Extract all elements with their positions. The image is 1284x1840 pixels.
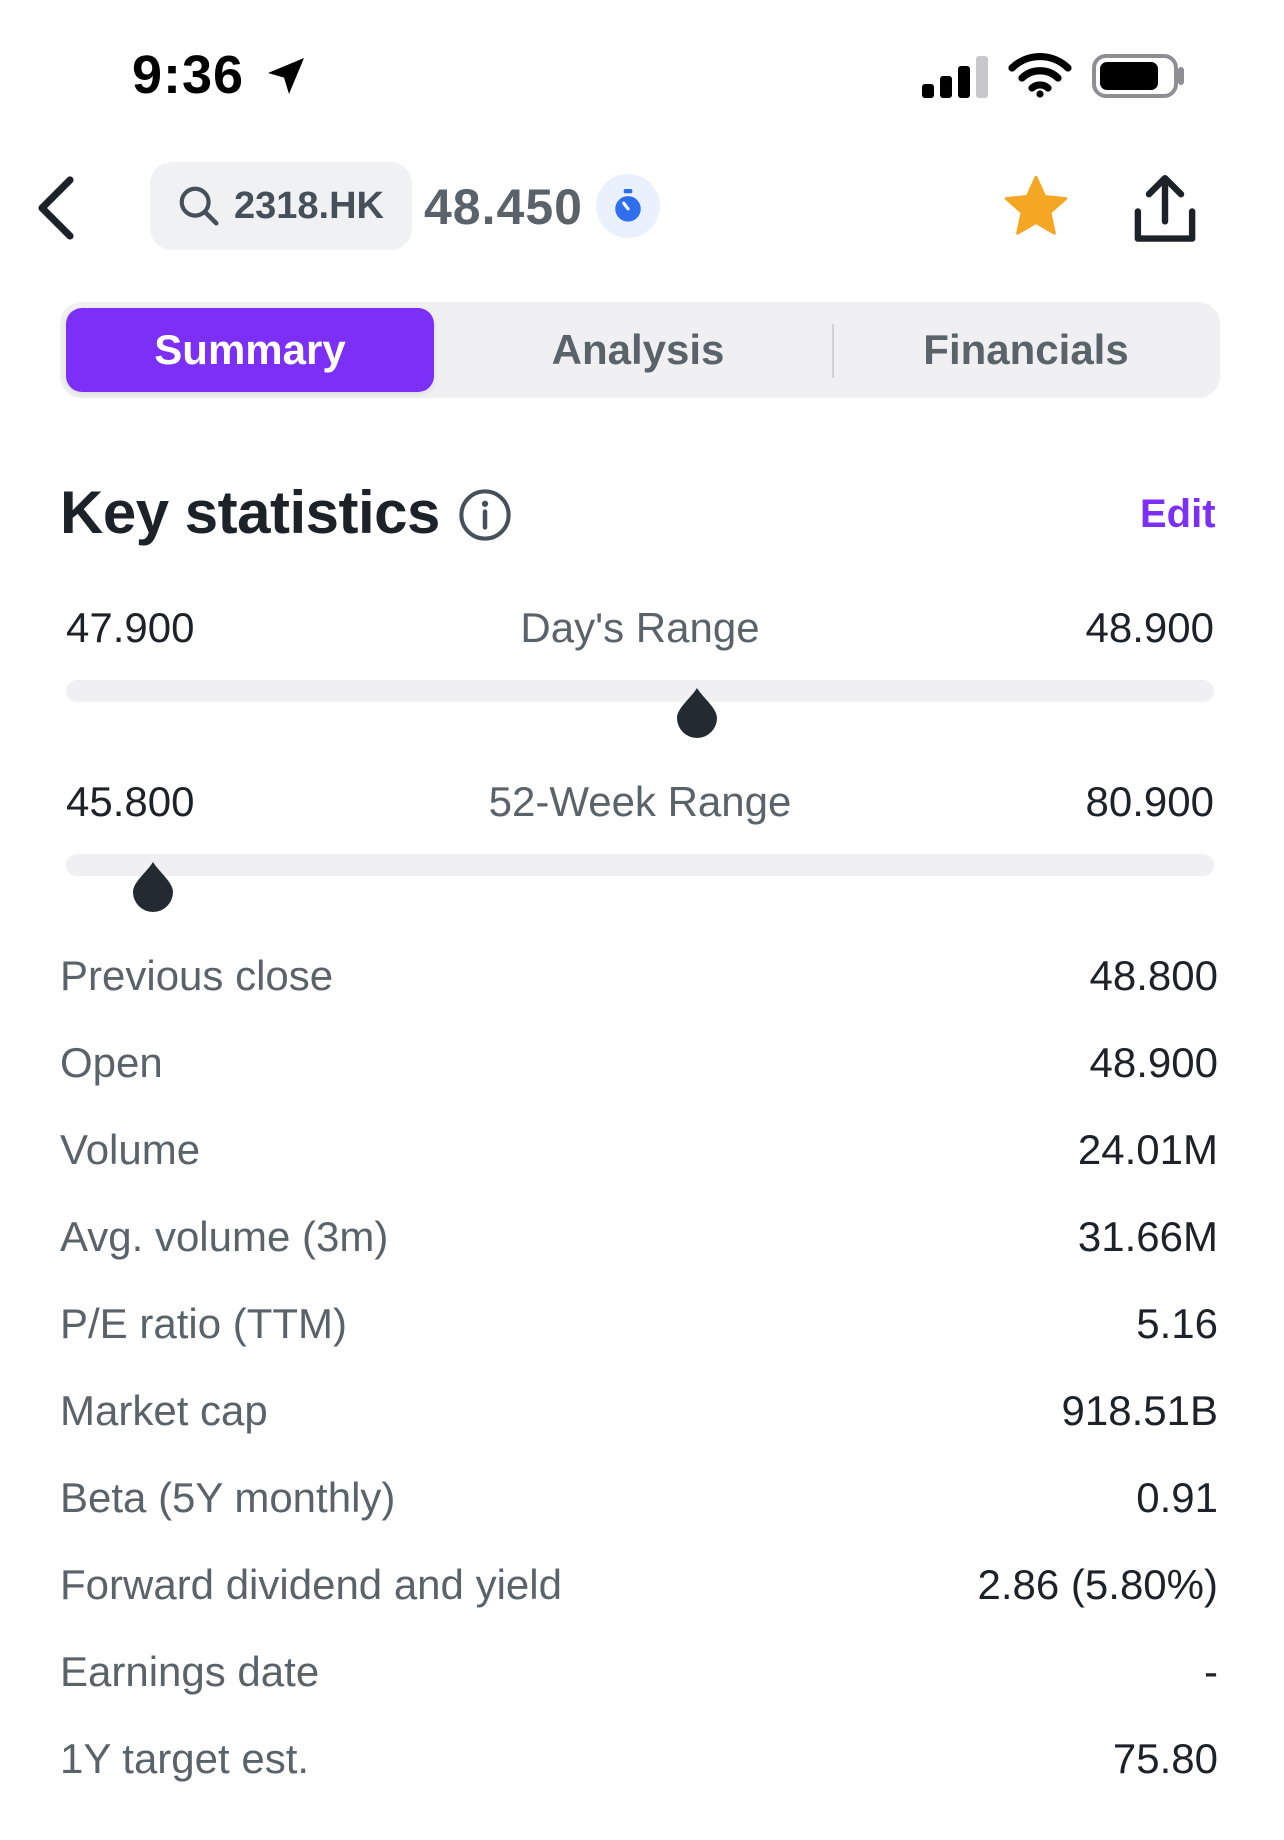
week52-range-label: 52-Week Range [488, 778, 792, 825]
stat-value: 75.80 [1112, 1735, 1218, 1782]
stat-row-pe-ratio: P/E ratio (TTM) 5.16 [60, 1300, 1218, 1360]
stat-label: Open [60, 1039, 163, 1086]
stat-row-market-cap: Market cap 918.51B [60, 1387, 1218, 1447]
stat-row-earnings-date: Earnings date - [60, 1648, 1218, 1708]
week52-range-track [66, 854, 1214, 876]
stat-row-open: Open 48.900 [60, 1039, 1218, 1099]
tab-divider [832, 324, 834, 378]
stat-value: 0.91 [1136, 1474, 1218, 1521]
stat-row-avg-volume: Avg. volume (3m) 31.66M [60, 1213, 1218, 1273]
stat-label: Forward dividend and yield [60, 1561, 562, 1608]
stat-row-volume: Volume 24.01M [60, 1126, 1218, 1186]
tab-analysis[interactable]: Analysis [458, 308, 818, 392]
ticker-symbol: 2318.HK [234, 184, 384, 227]
stat-value: 31.66M [1077, 1213, 1218, 1260]
week52-range-high: 80.900 [1085, 778, 1214, 825]
market-timer-button[interactable] [596, 174, 660, 238]
days-range-label: Day's Range [520, 604, 760, 651]
week52-range-marker [132, 862, 173, 912]
share-icon[interactable] [1130, 172, 1200, 246]
chevron-left-icon[interactable] [30, 172, 86, 244]
days-range-marker [677, 688, 718, 738]
status-time: 9:36 [132, 45, 245, 105]
days-range-high: 48.900 [1085, 604, 1214, 651]
stat-label: P/E ratio (TTM) [60, 1300, 348, 1347]
stat-label: Beta (5Y monthly) [60, 1474, 396, 1521]
location-arrow-icon [268, 58, 304, 94]
stat-row-beta: Beta (5Y monthly) 0.91 [60, 1474, 1218, 1534]
wifi-icon [1008, 52, 1072, 98]
stat-value: 918.51B [1061, 1387, 1218, 1434]
stat-label: 1Y target est. [60, 1735, 310, 1782]
stat-row-1y-target: 1Y target est. 75.80 [60, 1735, 1218, 1795]
current-price: 48.450 [424, 179, 583, 235]
stat-label: Volume [60, 1126, 201, 1173]
info-icon[interactable] [458, 488, 512, 542]
tab-financials[interactable]: Financials [846, 308, 1206, 392]
stat-value: 48.900 [1089, 1039, 1218, 1086]
stat-value: 48.800 [1089, 952, 1218, 999]
ticker-search-button[interactable]: 2318.HK [150, 162, 412, 250]
battery-icon [1092, 54, 1184, 98]
stat-label: Market cap [60, 1387, 268, 1434]
stat-value: 2.86 (5.80%) [977, 1561, 1218, 1608]
stat-label: Avg. volume (3m) [60, 1213, 389, 1260]
stat-value: 24.01M [1077, 1126, 1218, 1173]
cellular-signal-icon [922, 56, 988, 98]
stat-row-forward-dividend: Forward dividend and yield 2.86 (5.80%) [60, 1561, 1218, 1621]
stat-row-previous-close: Previous close 48.800 [60, 952, 1218, 1012]
stat-value: - [1204, 1648, 1218, 1695]
section-title: Key statistics [60, 479, 440, 546]
search-icon [179, 186, 219, 226]
segment-tabs: Summary Analysis Financials [60, 302, 1220, 398]
star-icon[interactable] [1000, 172, 1072, 242]
timer-icon [615, 189, 641, 222]
days-range-low: 47.900 [66, 604, 195, 651]
days-range-track [66, 680, 1214, 702]
edit-link[interactable]: Edit [1140, 492, 1216, 537]
stat-label: Previous close [60, 952, 334, 999]
week52-range-low: 45.800 [66, 778, 195, 825]
tab-summary[interactable]: Summary [66, 308, 434, 392]
stat-value: 5.16 [1136, 1300, 1218, 1347]
stat-label: Earnings date [60, 1648, 320, 1695]
